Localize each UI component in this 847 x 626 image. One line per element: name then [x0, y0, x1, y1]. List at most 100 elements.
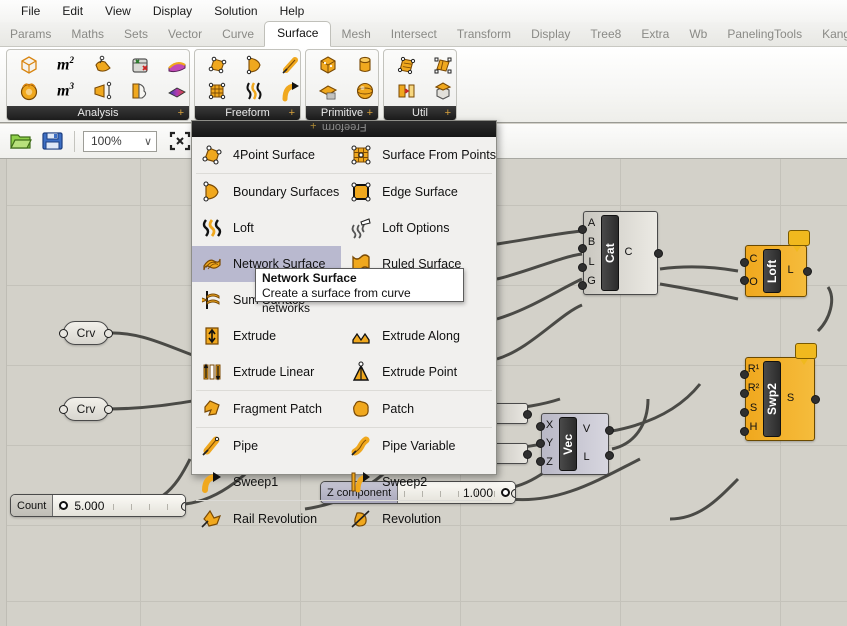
tab-intersect[interactable]: Intersect [381, 23, 447, 46]
input-port-x[interactable] [536, 422, 545, 431]
menu-item-pipe-variable[interactable]: Pipe Variable [341, 428, 496, 464]
menu-item-extrude-along[interactable]: Extrude Along [341, 318, 496, 354]
cap-holes-icon[interactable] [424, 78, 456, 104]
menu-item-fragment-patch[interactable]: Fragment Patch [192, 391, 341, 427]
tab-sets[interactable]: Sets [114, 23, 158, 46]
menu-item-boundary-surfaces[interactable]: Boundary Surfaces [192, 174, 341, 210]
menu-item-sweep2[interactable]: Sweep2 [341, 464, 496, 500]
dropdown-expand-icon[interactable]: + [310, 121, 316, 131]
input-port-a[interactable] [578, 225, 587, 234]
save-file-icon[interactable] [39, 129, 66, 154]
output-port-v[interactable] [605, 426, 614, 435]
slider-output-port[interactable] [181, 502, 185, 511]
input-port-c[interactable] [740, 258, 749, 267]
input-port-b[interactable] [578, 244, 587, 253]
divide-surface-icon[interactable] [387, 52, 424, 78]
tab-panelingtools[interactable]: PanelingTools [717, 23, 812, 46]
box-corners-icon[interactable] [10, 52, 47, 78]
tab-curve[interactable]: Curve [212, 23, 264, 46]
menu-item-extrude[interactable]: Extrude [192, 318, 341, 354]
area-m2-icon[interactable]: m2 [47, 52, 84, 78]
menu-item-loft[interactable]: Loft [192, 210, 341, 246]
slider-output-port[interactable] [511, 489, 515, 498]
loft-icon[interactable] [235, 78, 272, 104]
sweep1-icon[interactable] [272, 78, 300, 104]
param-crv-2[interactable]: Crv [59, 397, 113, 421]
tab-vector[interactable]: Vector [158, 23, 212, 46]
menu-item-help[interactable]: Help [269, 2, 316, 20]
cylinder-icon[interactable] [346, 52, 378, 78]
output-port-l[interactable] [803, 267, 812, 276]
open-file-icon[interactable] [7, 129, 34, 154]
component-vec[interactable]: X Y Z Vec V L [536, 413, 614, 475]
tab-mesh[interactable]: Mesh [331, 23, 380, 46]
output-port-s[interactable] [811, 395, 820, 404]
panel-expand-icon[interactable]: + [178, 107, 184, 119]
input-port-h[interactable] [740, 427, 749, 436]
menu-item-file[interactable]: File [10, 2, 51, 20]
zoom-level-select[interactable]: 100% ∨ [83, 130, 157, 152]
sphere-icon[interactable] [346, 78, 378, 104]
menu-item-edit[interactable]: Edit [51, 2, 94, 20]
slider-track[interactable]: 5.000 [53, 495, 185, 516]
input-port-y[interactable] [536, 439, 545, 448]
tab-tree8[interactable]: Tree8 [580, 23, 631, 46]
component-cat[interactable]: A B L G Cat C [578, 211, 663, 295]
tab-maths[interactable]: Maths [61, 23, 114, 46]
param-output-port[interactable] [104, 405, 113, 414]
menu-item-rail-revolution[interactable]: Rail Revolution [192, 501, 341, 537]
menu-item-sweep1[interactable]: Sweep1 [192, 464, 341, 500]
menu-item-display[interactable]: Display [142, 2, 203, 20]
output-port-c[interactable] [654, 249, 663, 258]
input-port-s[interactable] [740, 408, 749, 417]
box-icon[interactable] [309, 52, 346, 78]
hidden-component-1[interactable] [492, 403, 532, 424]
hidden-component-2[interactable] [492, 443, 532, 464]
menu-item-revolution[interactable]: Revolution [341, 501, 496, 537]
brep-wireframe-icon[interactable] [10, 78, 47, 104]
menu-item-solution[interactable]: Solution [203, 2, 268, 20]
slider-count[interactable]: Count 5.000 [10, 494, 186, 517]
input-port-o[interactable] [740, 276, 749, 285]
menu-item-surface-from-points[interactable]: Surface From Points [341, 137, 496, 173]
param-input-port[interactable] [59, 405, 68, 414]
input-port-z[interactable] [536, 457, 545, 466]
tab-surface[interactable]: Surface [264, 21, 332, 47]
menu-item-4point-surface[interactable]: 4Point Surface [192, 137, 341, 173]
input-port-r2[interactable] [740, 389, 749, 398]
merge-faces-icon[interactable] [424, 52, 456, 78]
param-input-port[interactable] [59, 329, 68, 338]
boundary-surfaces-icon[interactable] [235, 52, 272, 78]
tab-kangaroo[interactable]: Kangaroo [812, 23, 847, 46]
isotrim-icon[interactable] [387, 78, 424, 104]
menu-item-loft-options[interactable]: Loft Options [341, 210, 496, 246]
menu-item-edge-surface[interactable]: Edge Surface [341, 174, 496, 210]
tab-wb[interactable]: Wb [679, 23, 717, 46]
menu-item-view[interactable]: View [94, 2, 142, 20]
zoom-extents-icon[interactable] [166, 129, 193, 154]
tab-transform[interactable]: Transform [447, 23, 521, 46]
tab-extra[interactable]: Extra [631, 23, 679, 46]
menu-item-pipe[interactable]: Pipe [192, 428, 341, 464]
four-point-surface-icon[interactable] [198, 52, 235, 78]
component-loft[interactable]: C O Loft L [740, 230, 812, 297]
network-surface-icon[interactable] [198, 78, 235, 104]
output-port[interactable] [523, 450, 532, 459]
menu-item-extrude-point[interactable]: Extrude Point [341, 354, 496, 390]
surface-closest-point-icon[interactable] [84, 78, 121, 104]
panel-expand-icon[interactable]: + [367, 107, 373, 119]
menu-item-patch[interactable]: Patch [341, 391, 496, 427]
output-port[interactable] [523, 410, 532, 419]
param-crv-1[interactable]: Crv [59, 321, 113, 345]
input-port-g[interactable] [578, 281, 587, 290]
param-output-port[interactable] [104, 329, 113, 338]
input-port-l[interactable] [578, 263, 587, 272]
warning-balloon-icon[interactable] [795, 343, 817, 365]
pipe-icon[interactable] [272, 52, 300, 78]
brep-edges-icon[interactable] [121, 78, 158, 104]
component-swp2[interactable]: R¹ R² S H Swp2 S [740, 343, 820, 441]
panel-expand-icon[interactable]: + [445, 107, 451, 119]
tab-params[interactable]: Params [0, 23, 61, 46]
slider-handle[interactable] [501, 488, 510, 497]
panel-expand-icon[interactable]: + [289, 107, 295, 119]
